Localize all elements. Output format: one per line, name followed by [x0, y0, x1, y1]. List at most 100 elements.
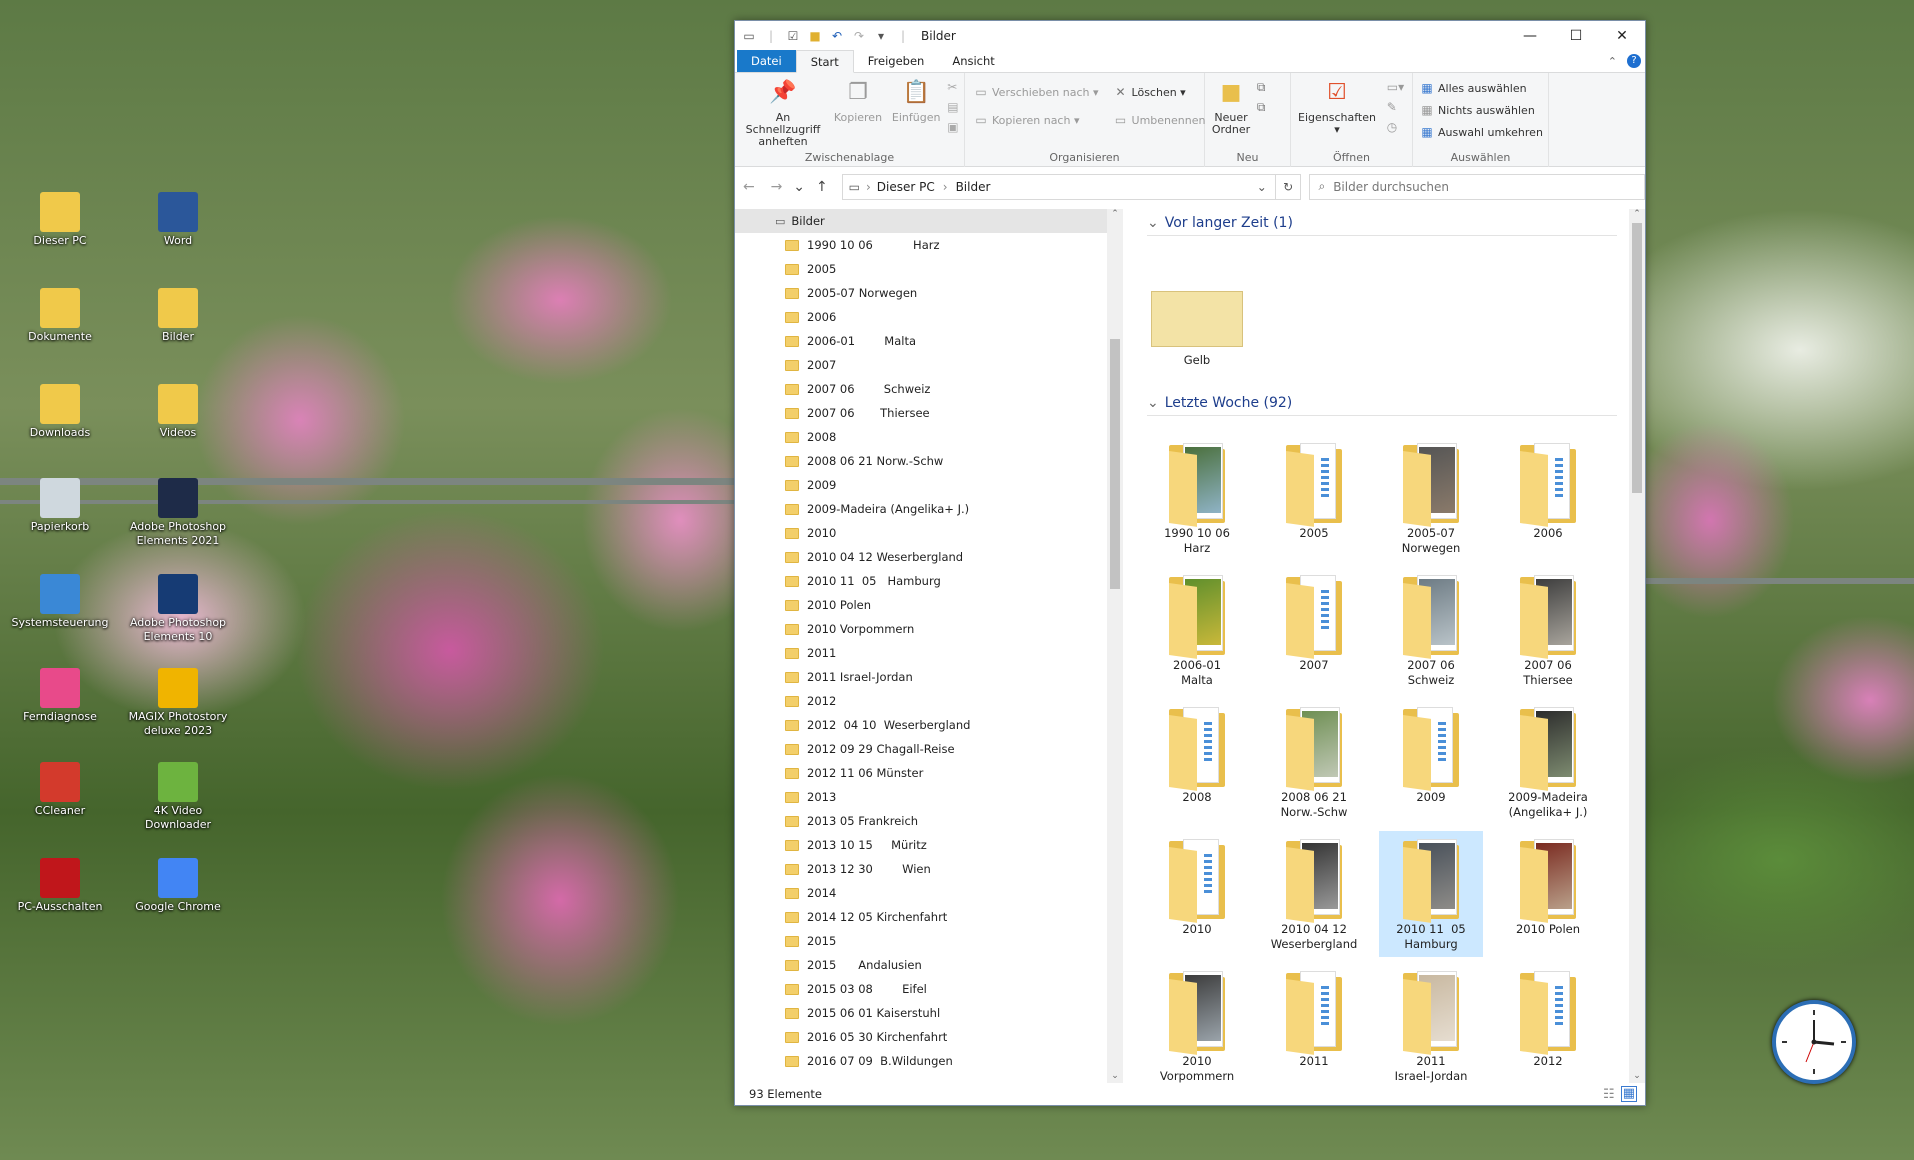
nav-folder-item[interactable]: 2010 Vorpommern: [735, 617, 1123, 641]
desktop-icon[interactable]: Word: [128, 192, 228, 248]
desktop-icon[interactable]: Adobe Photoshop Elements 2021: [128, 478, 228, 548]
desktop-icon[interactable]: Bilder: [128, 288, 228, 344]
desktop-icon[interactable]: Ferndiagnose: [10, 668, 110, 724]
nav-folder-item[interactable]: 2010: [735, 521, 1123, 545]
scroll-down-icon[interactable]: ⌄: [1107, 1071, 1123, 1081]
desktop-icon[interactable]: Dokumente: [10, 288, 110, 344]
desktop-icon[interactable]: Adobe Photoshop Elements 10: [128, 574, 228, 644]
nav-folder-item[interactable]: 2008: [735, 425, 1123, 449]
folder-tile[interactable]: 2005-07 Norwegen: [1379, 435, 1483, 561]
nav-folder-item[interactable]: 2007 06 Schweiz: [735, 377, 1123, 401]
desktop-icon[interactable]: MAGIX Photostory deluxe 2023: [128, 668, 228, 738]
nav-folder-item[interactable]: 2006: [735, 305, 1123, 329]
nav-folder-item[interactable]: 2010 Polen: [735, 593, 1123, 617]
folder-tile[interactable]: 2011: [1262, 963, 1366, 1083]
undo-icon[interactable]: ↶: [829, 28, 845, 44]
nav-folder-item[interactable]: 2015: [735, 929, 1123, 953]
properties-icon[interactable]: ☑: [785, 28, 801, 44]
nav-folder-item[interactable]: 2015 Andalusien: [735, 953, 1123, 977]
up-button[interactable]: ↑: [808, 179, 836, 195]
nav-folder-item[interactable]: 2011 Israel-Jordan: [735, 665, 1123, 689]
nav-folder-item[interactable]: 2007: [735, 353, 1123, 377]
folder-tile[interactable]: 2009: [1379, 699, 1483, 825]
paste-button[interactable]: 📋 Einfügen: [889, 77, 944, 124]
nav-folder-item[interactable]: 2010 11 05 Hamburg: [735, 569, 1123, 593]
folder-tile[interactable]: 2007 06 Thiersee: [1496, 567, 1600, 693]
explorer-window[interactable]: ▭ | ☑ ■ ↶ ↷ ▾ | Bilder — ☐ ✕ Datei Start…: [734, 20, 1646, 1106]
content-scroll-thumb[interactable]: [1632, 223, 1642, 493]
desktop-icon[interactable]: Papierkorb: [10, 478, 110, 534]
new-folder-icon[interactable]: ■: [807, 28, 823, 44]
pin-quick-access-button[interactable]: 📌 An Schnellzugriff anheften: [739, 77, 827, 148]
nav-folder-item[interactable]: 2009-Madeira (Angelika+ J.): [735, 497, 1123, 521]
nav-folder-item[interactable]: 2015 03 08 Eifel: [735, 977, 1123, 1001]
collapse-icon[interactable]: ⌄: [1147, 395, 1159, 411]
history-icon[interactable]: ◷: [1387, 117, 1404, 137]
desktop-icon[interactable]: Systemsteuerung: [10, 574, 110, 630]
desktop-icon[interactable]: PC-Ausschalten: [10, 858, 110, 914]
forward-button[interactable]: →: [763, 179, 791, 195]
maximize-button[interactable]: ☐: [1553, 21, 1599, 51]
tab-freigeben[interactable]: Freigeben: [854, 50, 939, 72]
new-item-icon[interactable]: ⧉: [1257, 77, 1266, 97]
folder-tile[interactable]: 2007: [1262, 567, 1366, 693]
select-none-button[interactable]: ▦ Nichts auswählen: [1419, 99, 1544, 121]
folder-tile[interactable]: 2010 Vorpommern: [1145, 963, 1249, 1083]
invert-selection-button[interactable]: ▦ Auswahl umkehren: [1419, 121, 1544, 143]
desktop-icon[interactable]: Downloads: [10, 384, 110, 440]
nav-folder-item[interactable]: 2009: [735, 473, 1123, 497]
nav-folder-item[interactable]: 2014: [735, 881, 1123, 905]
nav-folder-item[interactable]: 2013 05 Frankreich: [735, 809, 1123, 833]
nav-folder-item[interactable]: 2016 07 09 B.Wildungen: [735, 1049, 1123, 1073]
folder-tile[interactable]: 2009-Madeira (Angelika+ J.): [1496, 699, 1600, 825]
collapse-ribbon-icon[interactable]: ⌃: [1608, 55, 1617, 68]
desktop-icon[interactable]: Google Chrome: [128, 858, 228, 914]
group-header[interactable]: ⌄ Letzte Woche (92): [1147, 395, 1617, 416]
nav-folder-item[interactable]: 2012 04 10 Weserbergland: [735, 713, 1123, 737]
folder-tile[interactable]: 2008 06 21 Norw.-Schw: [1262, 699, 1366, 825]
details-view-icon[interactable]: ☷: [1603, 1087, 1615, 1102]
nav-folder-item[interactable]: 2007 06 Thiersee: [735, 401, 1123, 425]
nav-folder-item[interactable]: 2016 05 30 Kirchenfahrt: [735, 1025, 1123, 1049]
folder-tile[interactable]: 2011 Israel-Jordan: [1379, 963, 1483, 1083]
customize-toolbar-icon[interactable]: ▾: [873, 28, 889, 44]
rename-button[interactable]: ▭ Umbenennen: [1113, 109, 1206, 131]
scroll-down-icon[interactable]: ⌄: [1629, 1071, 1645, 1081]
address-dropdown-icon[interactable]: ⌄: [1257, 180, 1267, 194]
tab-start[interactable]: Start: [795, 50, 854, 73]
nav-folder-item[interactable]: 2013 10 15 Müritz: [735, 833, 1123, 857]
nav-folder-item[interactable]: 2008 06 21 Norw.-Schw: [735, 449, 1123, 473]
new-folder-button[interactable]: ■ Neuer Ordner: [1209, 77, 1253, 136]
move-to-button[interactable]: ▭ Verschieben nach ▾: [973, 81, 1098, 103]
minimize-button[interactable]: —: [1507, 21, 1553, 51]
folder-tile[interactable]: 2010 04 12 Weserbergland: [1262, 831, 1366, 957]
nav-folder-item[interactable]: 2005-07 Norwegen: [735, 281, 1123, 305]
folder-tile[interactable]: Gelb: [1145, 255, 1249, 381]
nav-folder-item[interactable]: 2012 11 06 Münster: [735, 761, 1123, 785]
folder-tile[interactable]: 2010: [1145, 831, 1249, 957]
search-box[interactable]: ⌕ Bilder durchsuchen: [1309, 173, 1645, 200]
folder-tile[interactable]: 2012: [1496, 963, 1600, 1083]
desktop-icon[interactable]: Dieser PC: [10, 192, 110, 248]
easy-access-icon[interactable]: ⧉: [1257, 97, 1266, 117]
folder-tile[interactable]: 2010 11 05 Hamburg: [1379, 831, 1483, 957]
group-header[interactable]: ⌄ Vor langer Zeit (1): [1147, 215, 1617, 236]
content-scrollbar[interactable]: ⌃ ⌄: [1629, 209, 1645, 1083]
large-icons-view-icon[interactable]: ▦: [1620, 1086, 1637, 1102]
nav-folder-item[interactable]: 2010 04 12 Weserbergland: [735, 545, 1123, 569]
nav-root-bilder[interactable]: ▭ Bilder: [735, 209, 1123, 233]
nav-folder-item[interactable]: 2012 09 29 Chagall-Reise: [735, 737, 1123, 761]
nav-folder-item[interactable]: 2012: [735, 689, 1123, 713]
nav-scrollbar[interactable]: ⌃ ⌄: [1107, 209, 1123, 1083]
collapse-icon[interactable]: ⌄: [1147, 215, 1159, 231]
refresh-button[interactable]: ↻: [1275, 173, 1302, 200]
delete-button[interactable]: ✕ Löschen ▾: [1113, 81, 1206, 103]
select-all-button[interactable]: ▦ Alles auswählen: [1419, 77, 1544, 99]
folder-tile[interactable]: 2005: [1262, 435, 1366, 561]
folder-tile[interactable]: 2006-01 Malta: [1145, 567, 1249, 693]
address-box[interactable]: ▭ › Dieser PC › Bilder ⌄: [841, 173, 1276, 200]
nav-folder-item[interactable]: 2013: [735, 785, 1123, 809]
properties-button[interactable]: ☑ Eigenschaften ▾: [1295, 77, 1379, 136]
nav-folder-item[interactable]: 2011: [735, 641, 1123, 665]
open-icon[interactable]: ▭▾: [1387, 77, 1404, 97]
